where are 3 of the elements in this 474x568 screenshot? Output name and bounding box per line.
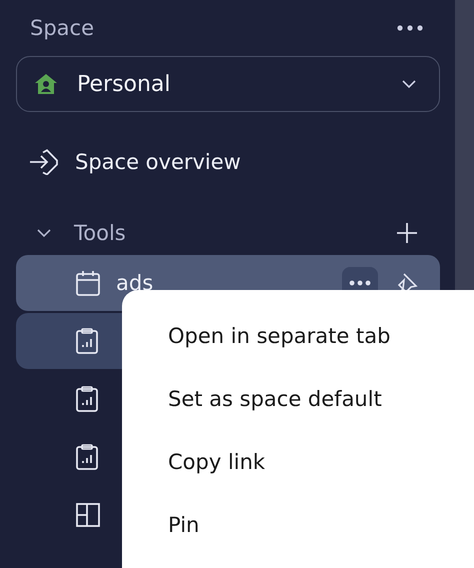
sidebar-title: Space [30, 16, 94, 40]
tool-name: ads [116, 271, 154, 295]
section-title: Tools [74, 221, 127, 245]
